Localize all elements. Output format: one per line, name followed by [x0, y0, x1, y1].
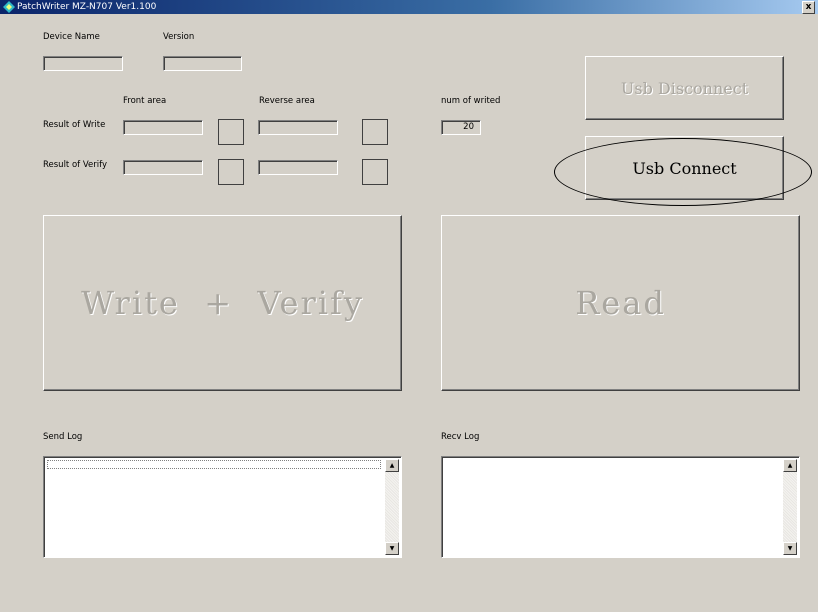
scroll-down-icon[interactable]: ▼: [783, 542, 797, 555]
send-log-textarea[interactable]: ▲ ▼: [43, 456, 402, 558]
send-log-label: Send Log: [43, 432, 83, 442]
front-write-indicator: [218, 119, 244, 145]
read-button[interactable]: Read: [441, 215, 800, 391]
scroll-up-icon[interactable]: ▲: [783, 459, 797, 472]
send-log-focus: [47, 460, 381, 469]
recv-log-textarea[interactable]: ▲ ▼: [441, 456, 800, 558]
reverse-verify-indicator: [362, 159, 388, 185]
reverse-area-label: Reverse area: [259, 96, 315, 106]
title-bar[interactable]: PatchWriter MZ-N707 Ver1.100 x: [0, 0, 818, 14]
num-writed-field[interactable]: 20: [441, 120, 481, 135]
version-field[interactable]: [163, 56, 242, 71]
reverse-verify-field[interactable]: [258, 160, 338, 175]
result-verify-label: Result of Verify: [43, 160, 107, 170]
result-write-label: Result of Write: [43, 120, 106, 130]
scroll-up-icon[interactable]: ▲: [385, 459, 399, 472]
scroll-down-icon[interactable]: ▼: [385, 542, 399, 555]
app-icon: [3, 1, 15, 13]
front-verify-indicator: [218, 159, 244, 185]
front-area-label: Front area: [123, 96, 167, 106]
send-log-scrollbar[interactable]: ▲ ▼: [385, 459, 399, 555]
device-name-label: Device Name: [43, 32, 100, 42]
device-name-field[interactable]: [43, 56, 123, 71]
num-writed-label: num of writed: [441, 96, 501, 106]
reverse-write-field[interactable]: [258, 120, 338, 135]
usb-connect-button[interactable]: Usb Connect: [585, 136, 784, 200]
usb-disconnect-button[interactable]: Usb Disconnect: [585, 56, 784, 120]
version-label: Version: [163, 32, 195, 42]
recv-log-scrollbar[interactable]: ▲ ▼: [783, 459, 797, 555]
close-button[interactable]: x: [802, 1, 815, 14]
reverse-write-indicator: [362, 119, 388, 145]
recv-log-label: Recv Log: [441, 432, 480, 442]
window-title: PatchWriter MZ-N707 Ver1.100: [17, 2, 157, 12]
write-verify-button[interactable]: Write + Verify: [43, 215, 402, 391]
front-write-field[interactable]: [123, 120, 203, 135]
front-verify-field[interactable]: [123, 160, 203, 175]
